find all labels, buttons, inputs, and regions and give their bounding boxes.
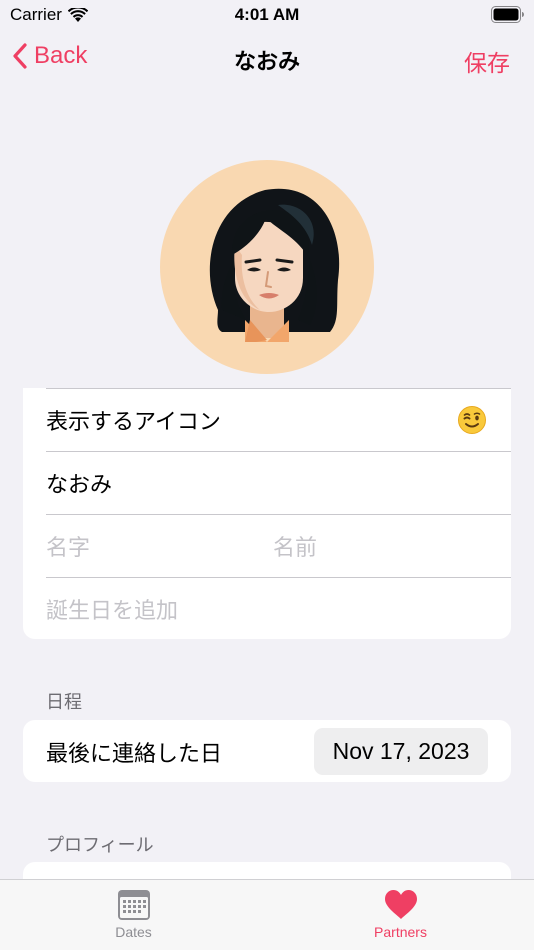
- profile-section-header: プロフィール: [46, 835, 154, 856]
- tab-dates-label: Dates: [115, 924, 152, 940]
- tab-dates[interactable]: Dates: [0, 880, 267, 950]
- last-contact-date-picker[interactable]: Nov 17, 2023: [314, 728, 488, 775]
- partner-avatar[interactable]: [160, 160, 374, 374]
- page-title: なおみ: [233, 50, 300, 75]
- status-bar: Carrier 4:01 AM: [0, 0, 534, 30]
- birthday-field[interactable]: 誕生日を追加: [23, 577, 511, 640]
- battery-icon: [491, 6, 524, 23]
- last-name-field[interactable]: 名字: [46, 530, 273, 562]
- calendar-icon: [117, 890, 150, 920]
- tab-partners[interactable]: Partners: [267, 880, 534, 950]
- last-contact-label: 最後に連絡した日: [46, 741, 223, 767]
- woman-portrait-icon: [209, 188, 340, 342]
- first-name-field[interactable]: 名前: [273, 530, 500, 562]
- tab-bar: Dates Partners: [0, 879, 534, 950]
- nickname-field[interactable]: なおみ: [23, 451, 511, 514]
- icon-row-label: 表示するアイコン: [46, 409, 221, 435]
- heart-icon: [384, 890, 417, 919]
- schedule-card: 最後に連絡した日 Nov 17, 2023: [23, 720, 511, 782]
- tab-partners-label: Partners: [374, 924, 427, 940]
- partner-details-card: 表示するアイコン なおみ 名字 名前 誕生日を追加: [23, 388, 511, 639]
- winking-face-icon: [458, 406, 486, 434]
- birthday-placeholder: 誕生日を追加: [46, 598, 179, 624]
- last-contact-row: 最後に連絡した日 Nov 17, 2023: [23, 720, 511, 783]
- save-button[interactable]: 保存: [464, 44, 510, 78]
- icon-selector-row[interactable]: 表示するアイコン: [23, 388, 511, 451]
- clock: 4:01 AM: [234, 5, 300, 24]
- nickname-value: なおみ: [46, 472, 113, 498]
- name-fields-row: 名字 名前: [23, 514, 511, 577]
- navigation-bar: Back なおみ 保存: [0, 38, 534, 82]
- schedule-section-header: 日程: [46, 692, 82, 713]
